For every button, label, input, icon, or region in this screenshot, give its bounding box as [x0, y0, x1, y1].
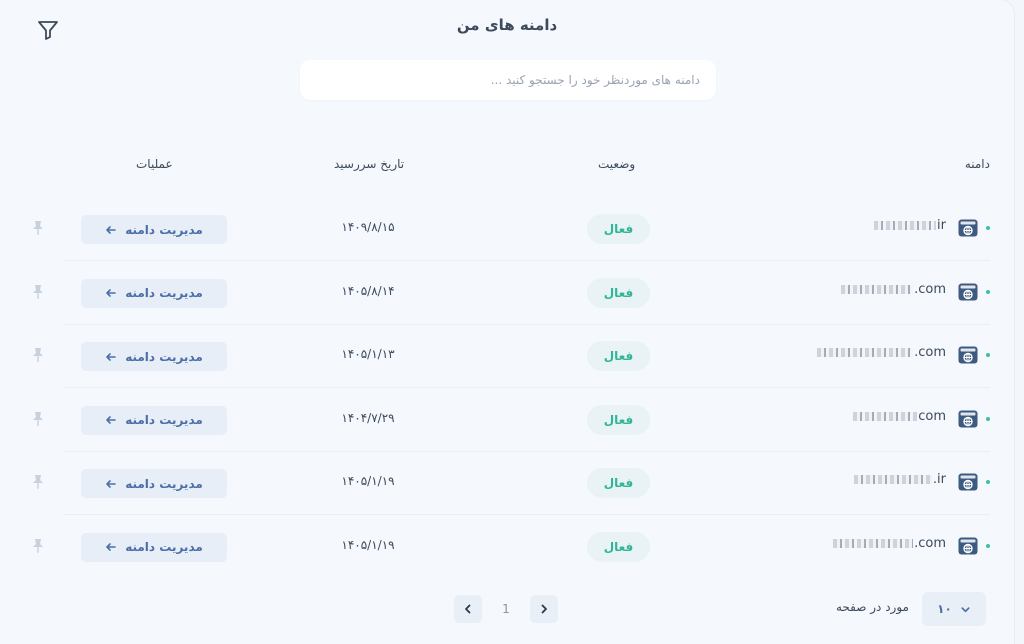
- column-header-domain: دامنه: [964, 157, 990, 171]
- arrow-left-icon: [106, 479, 117, 488]
- table-row: ir فعال ۱۴۰۹/۸/۱۵ مدیریت دامنه: [0, 198, 1014, 261]
- manage-domain-button[interactable]: مدیریت دامنه: [81, 342, 227, 371]
- manage-domain-button[interactable]: مدیریت دامنه: [81, 532, 227, 562]
- domain-name[interactable]: ir: [874, 218, 946, 233]
- status-badge: فعال: [587, 404, 650, 435]
- expiry-date: ۱۴۰۵/۱/۱۹: [341, 474, 395, 488]
- table-row: .ir فعال ۱۴۰۵/۱/۱۹ مدیریت دامنه: [0, 452, 1014, 515]
- arrow-left-icon: [106, 225, 117, 234]
- page-title: دامنه های من: [456, 16, 558, 34]
- expiry-date: ۱۴۰۵/۱/۱۹: [341, 537, 395, 552]
- arrow-left-icon: [106, 352, 117, 361]
- next-page-button[interactable]: [530, 595, 558, 623]
- expiry-date: ۱۴۰۵/۱/۱۳: [341, 347, 395, 361]
- redacted-domain-text: [853, 475, 932, 484]
- pin-icon[interactable]: [31, 347, 45, 363]
- per-page-label: مورد در صفحه: [836, 600, 909, 614]
- domain-name[interactable]: com: [853, 409, 946, 424]
- domain-name[interactable]: .ir: [853, 472, 946, 487]
- domain-suffix: .com: [914, 345, 946, 360]
- pin-icon[interactable]: [31, 220, 45, 236]
- table-row: .com فعال ۱۴۰۵/۸/۱۴ مدیریت دامنه: [0, 262, 1014, 325]
- pin-icon[interactable]: [31, 411, 45, 427]
- redacted-domain-text: [817, 348, 914, 357]
- per-page-value: ۱۰: [937, 602, 952, 616]
- current-page-number[interactable]: 1: [488, 602, 524, 616]
- pin-icon[interactable]: [31, 474, 45, 490]
- table-row: .com فعال ۱۴۰۵/۱/۱۳ مدیریت دامنه: [0, 325, 1014, 388]
- manage-domain-label: مدیریت دامنه: [125, 222, 203, 237]
- table-row: com فعال ۱۴۰۴/۷/۲۹ مدیریت دامنه: [0, 389, 1014, 452]
- redacted-domain-text: [841, 284, 914, 294]
- manage-domain-button[interactable]: مدیریت دامنه: [81, 405, 227, 435]
- domains-panel: دامنه های من دامنه وضعیت تاریخ سررسید عم…: [0, 0, 1014, 644]
- row-bullet: [986, 480, 990, 484]
- domain-suffix: .com: [914, 281, 946, 297]
- domain-globe-icon: [958, 537, 978, 554]
- manage-domain-label: مدیریت دامنه: [125, 413, 203, 427]
- row-bullet: [986, 353, 990, 357]
- table-row: .com فعال ۱۴۰۵/۱/۱۹ مدیریت دامنه: [0, 516, 1014, 579]
- column-header-status: وضعیت: [598, 157, 636, 171]
- domain-globe-icon: [958, 346, 978, 364]
- manage-domain-label: مدیریت دامنه: [125, 286, 203, 300]
- arrow-left-icon: [106, 543, 117, 551]
- prev-page-button[interactable]: [454, 595, 482, 623]
- domain-globe-icon: [958, 473, 978, 491]
- pin-icon[interactable]: [31, 538, 45, 554]
- arrow-left-icon: [106, 289, 117, 297]
- table-header: دامنه وضعیت تاریخ سررسید عملیات: [0, 157, 1014, 177]
- manage-domain-button[interactable]: مدیریت دامنه: [81, 278, 227, 308]
- pagination: 1: [454, 594, 558, 624]
- filter-icon[interactable]: [36, 18, 60, 42]
- manage-domain-label: مدیریت دامنه: [125, 476, 203, 491]
- manage-domain-label: مدیریت دامنه: [125, 349, 203, 364]
- redacted-domain-text: [833, 538, 914, 548]
- domain-name[interactable]: .com: [817, 345, 946, 360]
- expiry-date: ۱۴۰۴/۷/۲۹: [341, 410, 395, 425]
- status-badge: فعال: [587, 341, 650, 371]
- row-bullet: [986, 289, 990, 294]
- domain-suffix: .com: [914, 535, 946, 551]
- manage-domain-label: مدیریت دامنه: [125, 540, 203, 554]
- search-input[interactable]: [300, 60, 716, 100]
- expiry-date: ۱۴۰۵/۸/۱۴: [341, 283, 395, 298]
- domain-name[interactable]: .com: [833, 536, 946, 551]
- domain-globe-icon: [958, 410, 978, 427]
- chevron-right-icon: [541, 604, 547, 614]
- column-header-actions: عملیات: [136, 157, 173, 171]
- row-bullet: [986, 226, 990, 230]
- arrow-left-icon: [106, 416, 117, 424]
- status-badge: فعال: [587, 468, 650, 498]
- row-bullet: [986, 543, 990, 548]
- manage-domain-button[interactable]: مدیریت دامنه: [81, 215, 227, 244]
- status-badge: فعال: [587, 531, 650, 562]
- domain-suffix: com: [918, 408, 946, 424]
- domain-name[interactable]: .com: [841, 282, 946, 297]
- chevron-left-icon: [465, 604, 471, 614]
- column-header-expiry: تاریخ سررسید: [334, 157, 405, 171]
- expiry-date: ۱۴۰۹/۸/۱۵: [341, 220, 395, 234]
- row-bullet: [986, 416, 990, 421]
- domain-suffix: ir: [937, 218, 946, 233]
- domain-globe-icon: [958, 219, 978, 237]
- chevron-down-icon: [961, 606, 970, 612]
- manage-domain-button[interactable]: مدیریت دامنه: [81, 469, 227, 498]
- domain-globe-icon: [958, 283, 978, 300]
- status-badge: فعال: [587, 277, 650, 308]
- redacted-domain-text: [874, 221, 937, 230]
- redacted-domain-text: [853, 411, 918, 421]
- per-page-select[interactable]: ۱۰: [922, 592, 986, 626]
- domain-suffix: .ir: [932, 472, 946, 487]
- status-badge: فعال: [587, 214, 650, 244]
- pin-icon[interactable]: [31, 284, 45, 300]
